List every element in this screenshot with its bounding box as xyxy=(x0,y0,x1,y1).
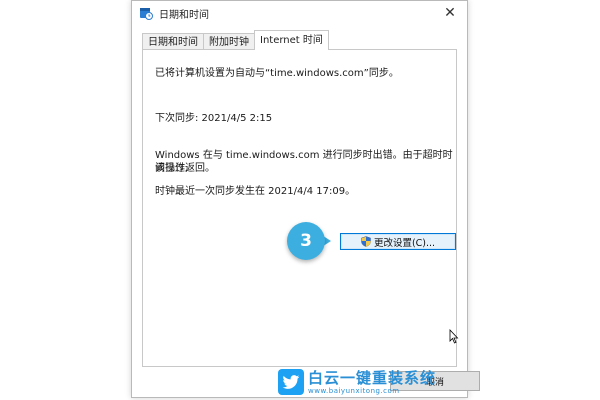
internet-time-panel: 已将计算机设置为自动与“time.windows.com”同步。 下次同步: 2… xyxy=(142,49,457,367)
last-sync-text: 时钟最近一次同步发生在 2021/4/4 17:09。 xyxy=(155,186,356,197)
tab-additional-clocks[interactable]: 附加时钟 xyxy=(203,33,255,50)
step-number: 3 xyxy=(300,231,312,251)
change-settings-label: 更改设置(C)... xyxy=(373,237,436,249)
date-time-dialog: 日期和时间 ✕ 日期和时间 附加时钟 Internet 时间 已将计算机设置为自… xyxy=(131,0,480,398)
twitter-bird-icon xyxy=(278,369,304,395)
close-icon: ✕ xyxy=(444,5,456,21)
tab-internet-time[interactable]: Internet 时间 xyxy=(254,30,329,50)
watermark: 白云一键重装系统 www.baiyunxitong.com xyxy=(278,366,436,398)
next-sync-text: 下次同步: 2021/4/5 2:15 xyxy=(155,113,273,124)
mouse-cursor-icon xyxy=(449,329,459,344)
watermark-url: www.baiyunxitong.com xyxy=(308,386,400,395)
tab-strip: 日期和时间 附加时钟 Internet 时间 xyxy=(142,30,329,50)
close-button[interactable]: ✕ xyxy=(433,1,467,25)
sync-error-line-2: 该操作返回。 xyxy=(155,163,215,174)
window-title: 日期和时间 xyxy=(159,10,209,21)
calendar-clock-icon xyxy=(140,8,153,20)
tab-date-time[interactable]: 日期和时间 xyxy=(142,33,204,50)
watermark-title: 白云一键重装系统 xyxy=(308,368,437,387)
uac-shield-icon xyxy=(361,236,371,247)
change-settings-button[interactable]: 更改设置(C)... xyxy=(340,233,456,250)
title-bar: 日期和时间 ✕ xyxy=(132,1,467,25)
sync-status-text: 已将计算机设置为自动与“time.windows.com”同步。 xyxy=(155,68,399,79)
step-number-badge: 3 xyxy=(287,222,325,260)
